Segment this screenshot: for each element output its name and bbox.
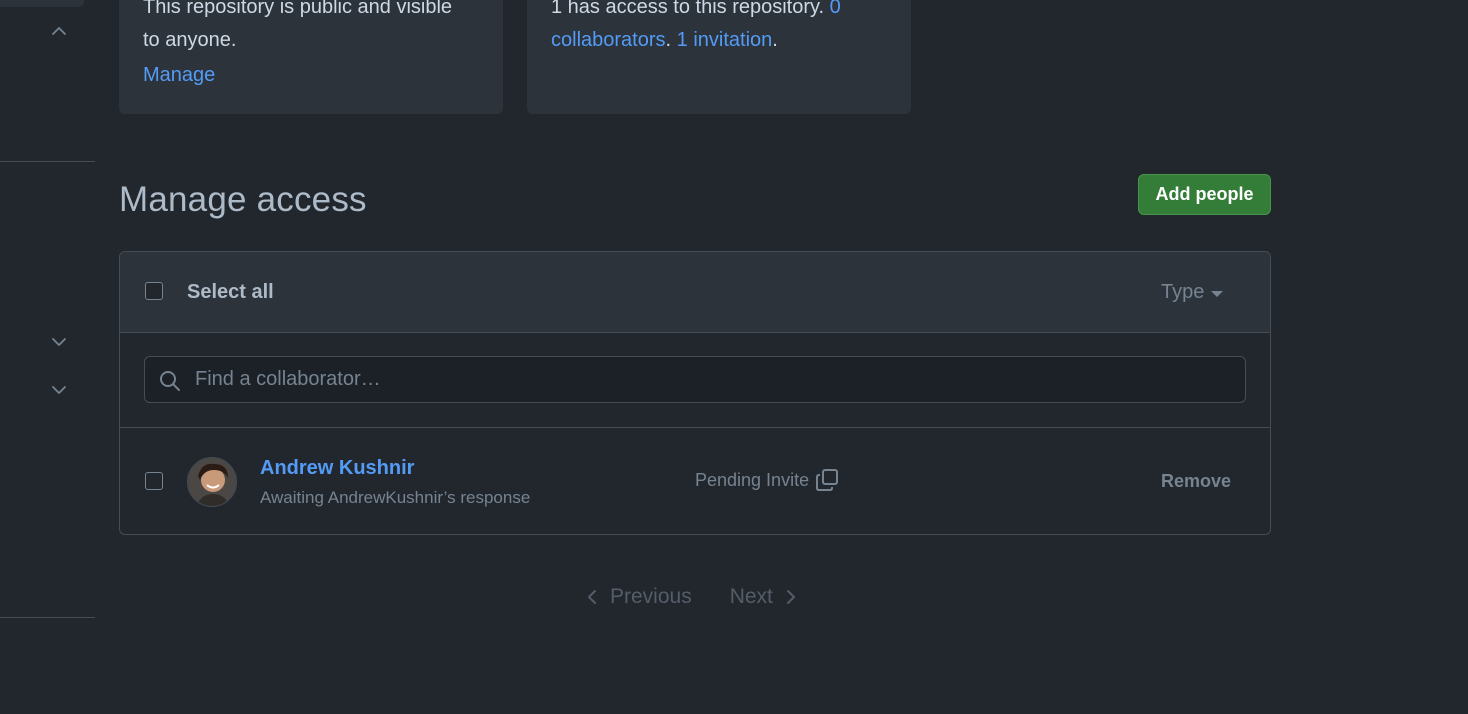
collaborators-box: Select all Type Andrew Kushnir A xyxy=(119,251,1271,535)
previous-page-button[interactable]: Previous xyxy=(586,585,692,609)
chevron-left-icon xyxy=(588,590,596,604)
chevron-down-icon[interactable] xyxy=(49,380,69,400)
member-name-link[interactable]: Andrew Kushnir xyxy=(260,457,414,480)
sidebar-divider xyxy=(0,161,95,162)
select-all-label: Select all xyxy=(187,281,274,303)
manage-visibility-link[interactable]: Manage xyxy=(143,59,215,92)
search-icon xyxy=(160,371,180,391)
next-label: Next xyxy=(729,585,773,608)
pagination: Previous Next xyxy=(586,583,797,611)
remove-button[interactable]: Remove xyxy=(1161,471,1231,492)
type-filter-dropdown[interactable]: Type xyxy=(1161,281,1224,304)
search-row xyxy=(120,333,1270,428)
separator: . xyxy=(665,29,672,51)
type-filter-label: Type xyxy=(1161,281,1205,303)
page-title: Manage access xyxy=(119,180,367,219)
copy-icon[interactable] xyxy=(815,468,839,492)
list-header: Select all Type xyxy=(120,252,1270,333)
chevron-right-icon xyxy=(786,590,795,604)
pending-invite-label: Pending Invite xyxy=(695,469,810,490)
previous-label: Previous xyxy=(610,585,692,608)
avatar[interactable] xyxy=(187,457,237,507)
member-status: Awaiting AndrewKushnir’s response xyxy=(260,488,531,507)
caret-down-icon xyxy=(1211,290,1224,297)
next-page-button[interactable]: Next xyxy=(730,585,797,609)
sidebar-divider xyxy=(0,617,95,618)
chevron-down-icon[interactable] xyxy=(49,332,69,352)
sidebar-active-item[interactable] xyxy=(0,0,84,7)
search-box xyxy=(144,356,1246,403)
end-period: . xyxy=(772,29,778,51)
visibility-text-top: This repository is public and visible xyxy=(143,0,453,18)
select-all-checkbox[interactable] xyxy=(145,282,163,300)
find-collaborator-input[interactable] xyxy=(193,357,1233,402)
pending-invite: Pending Invite xyxy=(695,468,839,492)
visibility-card: This repository is public and visible to… xyxy=(119,0,503,114)
collaborator-row: Andrew Kushnir Awaiting AndrewKushnir’s … xyxy=(120,428,1270,534)
collaborators-count-link[interactable]: 0 xyxy=(830,0,841,18)
chevron-up-icon[interactable] xyxy=(49,21,69,41)
access-card: 1 has access to this repository. 0 colla… xyxy=(527,0,911,114)
add-people-button[interactable]: Add people xyxy=(1138,174,1271,215)
collaborators-link[interactable]: collaborators xyxy=(551,29,666,51)
invitation-link[interactable]: 1 invitation xyxy=(677,29,773,51)
collaborator-checkbox[interactable] xyxy=(145,472,163,490)
access-text: 1 has access to this repository. xyxy=(551,0,825,18)
visibility-text-bottom: to anyone. xyxy=(143,29,237,51)
